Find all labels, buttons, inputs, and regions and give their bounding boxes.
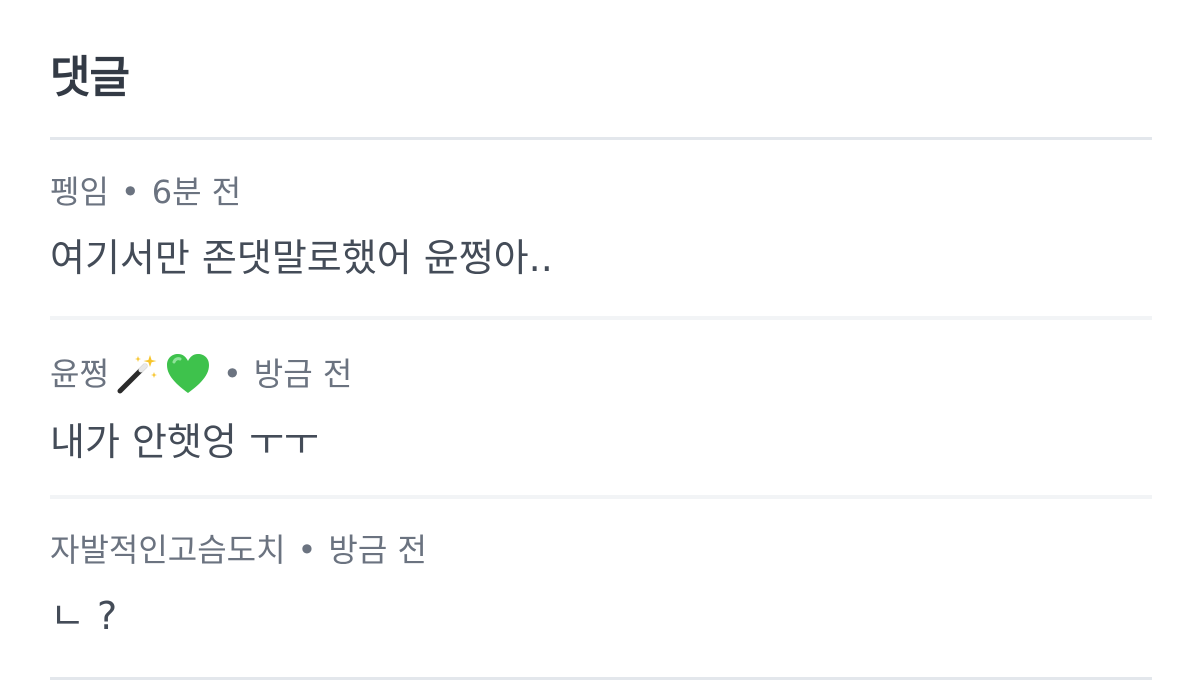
comment-author[interactable]: 윤쩡 [50, 354, 109, 394]
comment-author[interactable]: 펭임 [50, 172, 109, 212]
comments-panel: 댓글 펭임 • 6분 전 여기서만 존댓말로했어 윤쩡아.. 윤쩡 • 방금 전… [0, 0, 1200, 683]
comment-meta: 자발적인고슴도치 • 방금 전 [50, 530, 1152, 570]
comment-divider [50, 316, 1152, 320]
meta-separator: • [120, 173, 140, 211]
comment-author[interactable]: 자발적인고슴도치 [50, 530, 286, 570]
comment-time: 6분 전 [151, 173, 242, 211]
meta-separator: • [297, 531, 317, 569]
comment-divider [50, 495, 1152, 499]
comment-time: 방금 전 [253, 355, 353, 393]
comment-meta: 윤쩡 • 방금 전 [50, 352, 1152, 396]
comment-item: 자발적인고슴도치 • 방금 전 ㄴ ? [50, 530, 1152, 640]
comment-text: 여기서만 존댓말로했어 윤쩡아.. [50, 236, 553, 280]
comment-item: 윤쩡 • 방금 전 내가 안햇엉 ㅜㅜ [50, 352, 1152, 466]
comment-divider [50, 677, 1152, 680]
meta-separator: • [222, 355, 242, 393]
comment-time: 방금 전 [328, 531, 427, 569]
magic-wand-icon [115, 352, 159, 396]
header-divider [50, 137, 1152, 140]
green-heart-icon [165, 352, 211, 396]
comment-text: 내가 안햇엉 ㅜㅜ [50, 420, 319, 464]
comments-title: 댓글 [50, 52, 130, 103]
comment-meta: 펭임 • 6분 전 [50, 172, 1152, 212]
comment-text: ㄴ ? [50, 594, 118, 638]
comment-item: 펭임 • 6분 전 여기서만 존댓말로했어 윤쩡아.. [50, 172, 1152, 282]
